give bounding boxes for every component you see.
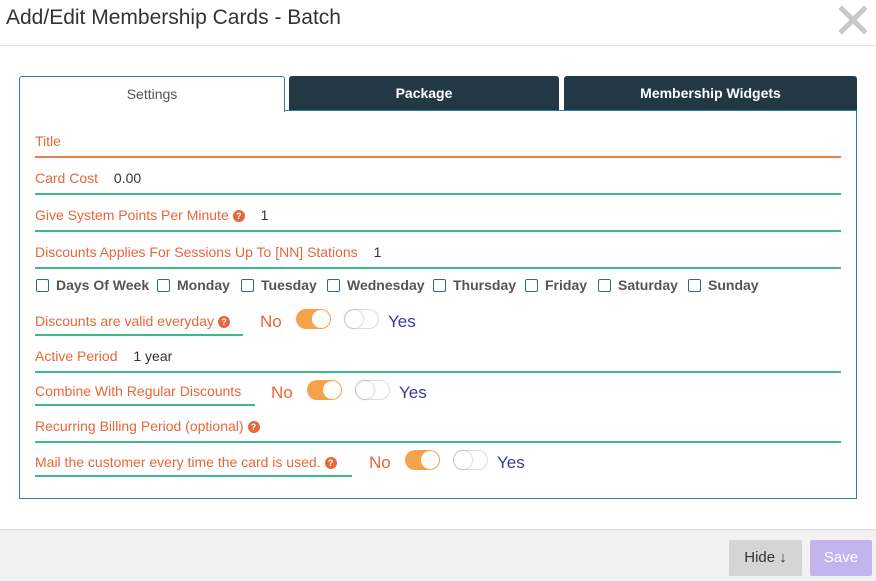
day-label: Wednesday xyxy=(347,277,425,293)
mail-underline xyxy=(35,475,352,477)
tab-package[interactable]: Package xyxy=(289,76,559,111)
tab-settings[interactable]: Settings xyxy=(19,76,285,112)
title-label: Title xyxy=(35,133,61,149)
yes-toggle[interactable] xyxy=(355,380,390,400)
day-checkbox-thursday[interactable]: Thursday xyxy=(433,277,516,293)
points-label: Give System Points Per Minute xyxy=(35,207,229,223)
recurring-field[interactable]: Recurring Billing Period (optional)? xyxy=(35,418,260,434)
title-field[interactable]: Title xyxy=(35,133,73,149)
no-label[interactable]: No xyxy=(260,312,282,332)
card-cost-field[interactable]: Card Cost 0.00 xyxy=(35,170,141,186)
checkbox[interactable] xyxy=(241,279,254,292)
day-checkbox-friday[interactable]: Friday xyxy=(525,277,587,293)
day-label: Monday xyxy=(177,277,230,293)
checkbox[interactable] xyxy=(598,279,611,292)
active-period-label: Active Period xyxy=(35,348,118,364)
day-label: Friday xyxy=(545,277,588,293)
discount-stations-underline xyxy=(35,267,841,269)
question-circle-icon[interactable]: ? xyxy=(247,421,260,433)
discount-stations-label: Discounts Applies For Sessions Up To [NN… xyxy=(35,244,358,260)
day-label: Sunday xyxy=(708,277,759,293)
day-checkbox-wednesday[interactable]: Wednesday xyxy=(327,277,425,293)
card-cost-underline xyxy=(35,193,841,195)
points-value[interactable]: 1 xyxy=(261,207,269,223)
save-button[interactable]: Save xyxy=(810,540,872,576)
day-label: Thursday xyxy=(453,277,517,293)
no-label[interactable]: No xyxy=(271,383,293,403)
combine-label: Combine With Regular Discounts xyxy=(35,383,242,399)
no-toggle[interactable] xyxy=(296,309,331,329)
active-period-field[interactable]: Active Period 1 year xyxy=(35,348,172,364)
valid-everyday-field: Discounts are valid everyday? xyxy=(35,313,230,329)
yes-label[interactable]: Yes xyxy=(399,383,427,403)
checkbox[interactable] xyxy=(36,279,49,292)
modal-title: Add/Edit Membership Cards - Batch xyxy=(6,6,341,29)
no-toggle[interactable] xyxy=(307,380,342,400)
recurring-label: Recurring Billing Period (optional) xyxy=(35,418,244,434)
active-period-value[interactable]: 1 year xyxy=(133,348,172,364)
valid-everyday-label: Discounts are valid everyday xyxy=(35,313,214,329)
checkbox[interactable] xyxy=(433,279,446,292)
day-checkbox-days-of-week[interactable]: Days Of Week xyxy=(36,277,149,293)
modal-footer: Hide ↓ Save xyxy=(0,529,876,581)
card-cost-label: Card Cost xyxy=(35,170,99,186)
checkbox[interactable] xyxy=(525,279,538,292)
points-underline xyxy=(35,230,841,232)
checkbox[interactable] xyxy=(157,279,170,292)
valid-everyday-underline xyxy=(35,334,243,336)
day-checkbox-monday[interactable]: Monday xyxy=(157,277,230,293)
question-circle-icon[interactable]: ? xyxy=(324,457,337,469)
day-label: Saturday xyxy=(618,277,678,293)
card-cost-value[interactable]: 0.00 xyxy=(114,170,141,186)
checkbox[interactable] xyxy=(688,279,701,292)
close-button[interactable] xyxy=(838,4,868,36)
tab-membership-widgets[interactable]: Membership Widgets xyxy=(564,76,857,111)
checkbox[interactable] xyxy=(327,279,340,292)
title-underline xyxy=(35,156,841,158)
close-icon xyxy=(838,5,868,35)
day-label: Tuesday xyxy=(261,277,317,293)
active-period-underline xyxy=(35,371,841,373)
day-checkbox-saturday[interactable]: Saturday xyxy=(598,277,678,293)
mail-label: Mail the customer every time the card is… xyxy=(35,454,321,470)
yes-label[interactable]: Yes xyxy=(388,312,416,332)
points-field[interactable]: Give System Points Per Minute? 1 xyxy=(35,207,268,223)
combine-field: Combine With Regular Discounts xyxy=(35,383,241,399)
tab-bar: Settings Package Membership Widgets xyxy=(19,76,857,112)
no-toggle[interactable] xyxy=(405,450,440,470)
hide-button[interactable]: Hide ↓ xyxy=(729,540,802,576)
valid-everyday-toggle-group: No Yes xyxy=(260,309,430,336)
question-circle-icon[interactable]: ? xyxy=(232,210,245,222)
discount-stations-field[interactable]: Discounts Applies For Sessions Up To [NN… xyxy=(35,244,381,260)
discount-stations-value[interactable]: 1 xyxy=(374,244,382,260)
mail-field: Mail the customer every time the card is… xyxy=(35,454,337,470)
yes-toggle[interactable] xyxy=(344,309,379,329)
modal-header: Add/Edit Membership Cards - Batch xyxy=(0,0,876,46)
mail-toggle-group: No Yes xyxy=(369,450,539,477)
recurring-underline xyxy=(35,441,841,443)
day-label: Days Of Week xyxy=(56,277,150,293)
yes-label[interactable]: Yes xyxy=(497,453,525,473)
no-label[interactable]: No xyxy=(369,453,391,473)
combine-underline xyxy=(35,404,255,406)
combine-toggle-group: No Yes xyxy=(271,380,441,407)
yes-toggle[interactable] xyxy=(453,450,488,470)
day-checkbox-sunday[interactable]: Sunday xyxy=(688,277,759,293)
question-circle-icon[interactable]: ? xyxy=(217,316,230,328)
day-checkbox-tuesday[interactable]: Tuesday xyxy=(241,277,317,293)
